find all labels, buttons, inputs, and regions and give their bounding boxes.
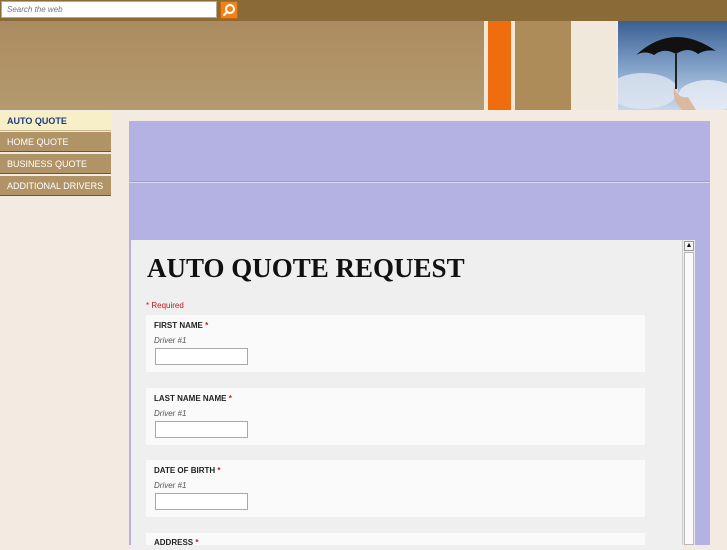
umbrella-photo bbox=[618, 21, 727, 110]
required-star: * bbox=[195, 538, 199, 547]
scroll-up-icon[interactable]: ▲ bbox=[684, 241, 694, 251]
sidebar-item-auto-quote[interactable]: AUTO QUOTE bbox=[0, 111, 111, 131]
search-input[interactable] bbox=[1, 1, 217, 18]
form-scrollbar[interactable]: ▲ bbox=[682, 240, 695, 545]
field-help: Driver #1 bbox=[154, 409, 187, 418]
banner-accent-tan bbox=[515, 21, 571, 110]
banner-accent-cream bbox=[571, 21, 616, 110]
field-label: FIRST NAME * bbox=[154, 321, 209, 330]
form-title: AUTO QUOTE REQUEST bbox=[147, 253, 465, 283]
field-date-of-birth: DATE OF BIRTH * Driver #1 bbox=[146, 460, 645, 517]
required-star: * bbox=[228, 394, 232, 403]
sidebar-item-additional-drivers[interactable]: ADDITIONAL DRIVERS bbox=[0, 176, 111, 196]
required-star: * bbox=[205, 321, 209, 330]
date-of-birth-input[interactable] bbox=[155, 493, 248, 510]
field-first-name: FIRST NAME * Driver #1 bbox=[146, 315, 645, 372]
content-divider bbox=[129, 181, 710, 183]
field-help: Driver #1 bbox=[154, 336, 187, 345]
header-banner bbox=[0, 21, 727, 110]
search-icon bbox=[222, 4, 235, 17]
last-name-input[interactable] bbox=[155, 421, 248, 438]
search-button[interactable] bbox=[220, 1, 238, 19]
required-note: * Required bbox=[146, 301, 184, 310]
banner-accent-orange bbox=[488, 21, 511, 110]
field-last-name: LAST NAME NAME * Driver #1 bbox=[146, 388, 645, 445]
sidebar: AUTO QUOTE HOME QUOTE BUSINESS QUOTE ADD… bbox=[0, 110, 111, 545]
top-bar bbox=[0, 0, 727, 21]
field-address: ADDRESS * bbox=[146, 533, 645, 547]
first-name-input[interactable] bbox=[155, 348, 248, 365]
sidebar-item-business-quote[interactable]: BUSINESS QUOTE bbox=[0, 154, 111, 174]
scroll-thumb[interactable] bbox=[684, 252, 694, 545]
field-label: DATE OF BIRTH * bbox=[154, 466, 221, 475]
field-help: Driver #1 bbox=[154, 481, 187, 490]
field-label: LAST NAME NAME * bbox=[154, 394, 232, 403]
field-label: ADDRESS * bbox=[154, 538, 199, 547]
banner-band bbox=[0, 21, 484, 110]
sidebar-item-home-quote[interactable]: HOME QUOTE bbox=[0, 132, 111, 152]
required-star: * bbox=[217, 466, 221, 475]
